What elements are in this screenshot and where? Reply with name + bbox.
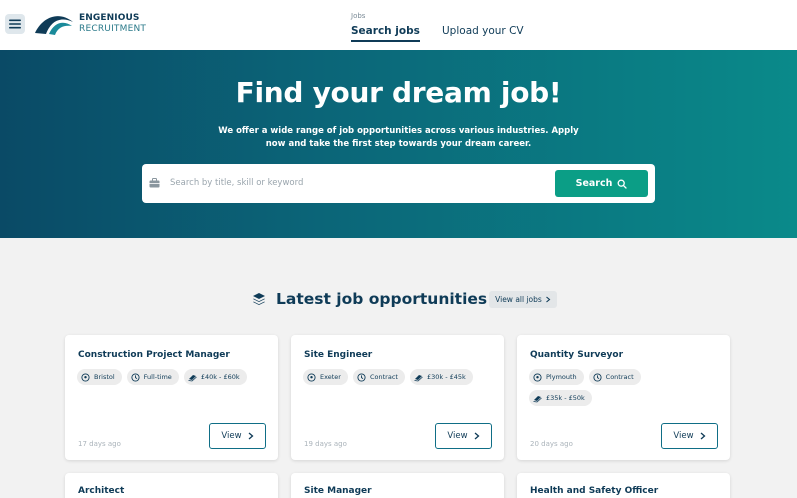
location-chip: Exeter — [303, 369, 348, 385]
clock-icon — [593, 372, 602, 382]
job-tags: Plymouth Contract £35k - £50k — [529, 369, 659, 406]
job-title[interactable]: Site Engineer — [304, 350, 372, 360]
search-icon — [617, 179, 628, 189]
brand-top: ENGENIOUS — [79, 13, 140, 23]
job-type-chip: Full-time — [126, 369, 179, 385]
tab-search-jobs[interactable]: Search jobs — [351, 25, 420, 42]
salary-chip: £30k - £45k — [409, 369, 473, 385]
menu-button[interactable] — [5, 14, 25, 34]
job-type-text: Contract — [605, 373, 634, 381]
view-label: View — [221, 431, 242, 441]
hero-banner: Find your dream job! We offer a wide ran… — [0, 50, 797, 238]
location-icon — [307, 372, 316, 382]
money-icon — [188, 374, 197, 381]
job-card[interactable]: Site Engineer Exeter Contract £30k - £45… — [291, 335, 504, 460]
logo-icon[interactable] — [34, 12, 74, 36]
menu-icon — [9, 19, 21, 29]
job-card[interactable]: Health and Safety Officer — [517, 473, 730, 498]
job-card[interactable]: Site Manager — [291, 473, 504, 498]
layers-icon — [253, 293, 265, 305]
top-header: ENGENIOUS RECRUITMENT Jobs Search jobs U… — [0, 0, 797, 50]
view-label: View — [673, 431, 694, 441]
salary-text: £30k - £45k — [426, 373, 466, 381]
job-tags: Bristol Full-time £40k - £60k — [77, 369, 267, 385]
location-text: Bristol — [94, 373, 115, 381]
chevron-right-icon — [474, 432, 480, 440]
view-job-button[interactable]: View — [209, 423, 266, 449]
location-chip: Bristol — [77, 369, 122, 385]
view-job-button[interactable]: View — [661, 423, 718, 449]
view-job-button[interactable]: View — [435, 423, 492, 449]
job-title[interactable]: Site Manager — [304, 486, 372, 496]
briefcase-icon — [149, 178, 160, 188]
job-title[interactable]: Architect — [78, 486, 124, 496]
location-icon — [533, 372, 542, 382]
job-type-text: Full-time — [143, 373, 172, 381]
location-icon — [81, 372, 90, 382]
view-all-label: View all jobs — [495, 294, 542, 304]
section-title: Latest job opportunities — [276, 290, 488, 308]
job-title[interactable]: Health and Safety Officer — [530, 486, 658, 496]
location-chip: Plymouth — [529, 369, 584, 385]
posted-date: 17 days ago — [78, 440, 121, 448]
job-type-chip: Contract — [352, 369, 405, 385]
brand-bottom: RECRUITMENT — [79, 24, 147, 34]
chevron-right-icon — [248, 432, 254, 440]
clock-icon — [357, 372, 366, 382]
job-title[interactable]: Quantity Surveyor — [530, 350, 623, 360]
search-bar: Search — [142, 164, 655, 203]
job-card[interactable]: Architect — [65, 473, 278, 498]
search-button-label: Search — [575, 178, 613, 189]
hero-subtitle: We offer a wide range of job opportuniti… — [218, 126, 579, 149]
salary-chip: £35k - £50k — [529, 390, 592, 406]
money-icon — [414, 374, 423, 381]
job-card[interactable]: Construction Project Manager Bristol Ful… — [65, 335, 278, 460]
view-all-jobs-button[interactable]: View all jobs — [489, 290, 557, 308]
money-icon — [533, 395, 542, 402]
tab-upload-cv[interactable]: Upload your CV — [442, 25, 524, 40]
salary-text: £40k - £60k — [200, 373, 240, 381]
search-input[interactable] — [170, 173, 540, 193]
job-type-text: Contract — [369, 373, 398, 381]
location-text: Exeter — [320, 373, 341, 381]
chevron-right-icon — [545, 296, 551, 302]
search-button[interactable]: Search — [555, 170, 648, 197]
section-heading: Latest job opportunities View all jobs — [252, 289, 557, 309]
salary-text: £35k - £50k — [546, 394, 585, 402]
hero-title: Find your dream job! — [235, 76, 562, 109]
posted-date: 20 days ago — [530, 440, 573, 448]
posted-date: 19 days ago — [304, 440, 347, 448]
brand-name[interactable]: ENGENIOUS RECRUITMENT — [79, 13, 146, 35]
job-card[interactable]: Quantity Surveyor Plymouth Contract £35k… — [517, 335, 730, 460]
clock-icon — [131, 372, 140, 382]
location-text: Plymouth — [546, 373, 577, 381]
job-title[interactable]: Construction Project Manager — [78, 350, 230, 360]
job-type-chip: Contract — [588, 369, 641, 385]
salary-chip: £40k - £60k — [183, 369, 247, 385]
chevron-right-icon — [700, 432, 706, 440]
view-label: View — [447, 431, 468, 441]
nav-group-label: Jobs — [351, 12, 366, 20]
job-tags: Exeter Contract £30k - £45k — [303, 369, 493, 385]
